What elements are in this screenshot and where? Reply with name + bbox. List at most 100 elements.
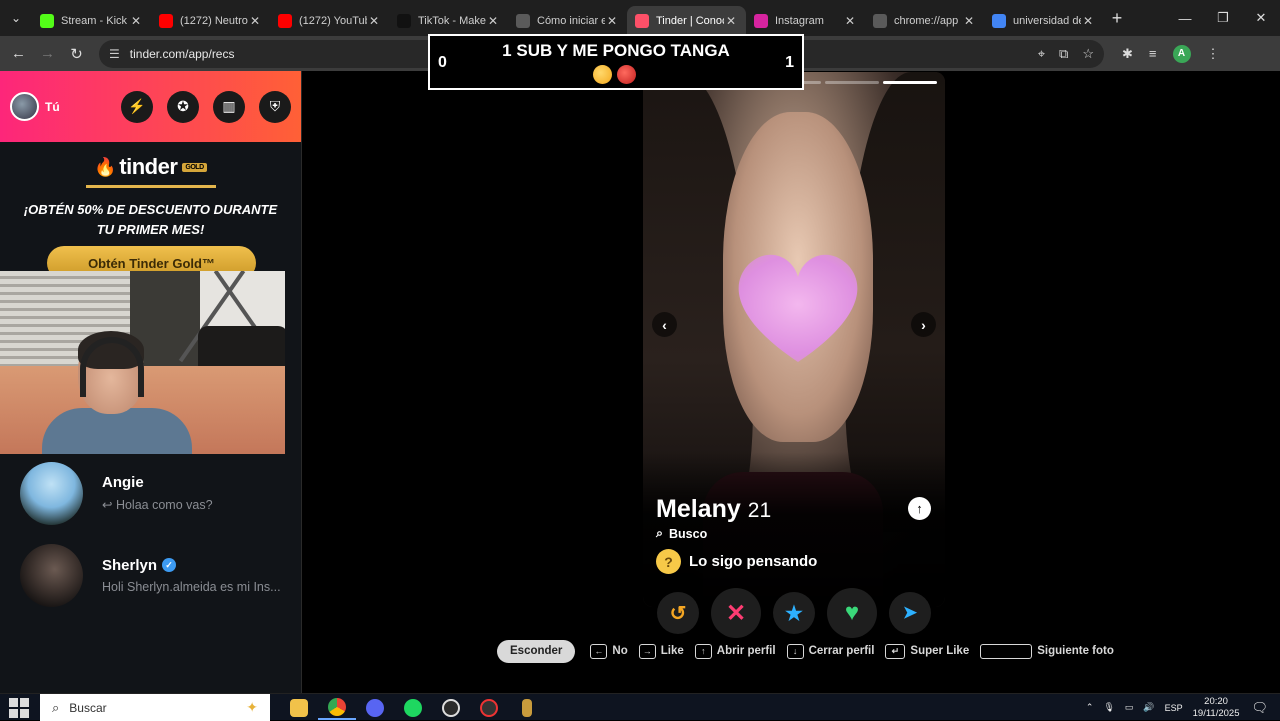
tab-title: Tinder | Conoc <box>656 15 724 27</box>
media-controls-icon[interactable]: ≡ <box>1149 46 1157 61</box>
browser-tab[interactable]: (1272) Neutro ✕ <box>151 6 270 36</box>
network-icon[interactable]: ▭ <box>1125 702 1134 713</box>
close-tab-icon[interactable]: ✕ <box>724 14 738 28</box>
minimize-icon[interactable]: — <box>1166 0 1204 36</box>
gold-divider <box>85 185 216 188</box>
chrome-menu-icon[interactable]: ⋮ <box>1207 46 1220 62</box>
rewind-icon[interactable]: ↺ <box>657 592 699 634</box>
relationship-intent: ? Lo sigo pensando <box>656 549 817 574</box>
my-profile-label[interactable]: Tú <box>45 100 107 114</box>
passport-briefcase-icon[interactable]: ▥ <box>213 90 245 123</box>
match-item[interactable]: Angie ↩ Holaa como vas? <box>0 452 302 534</box>
site-settings-icon[interactable]: ☰ <box>109 47 120 61</box>
match-avatar <box>20 543 83 607</box>
close-window-icon[interactable]: ✕ <box>1242 0 1280 36</box>
copilot-sparkle-icon[interactable]: ✦ <box>246 699 258 716</box>
match-item[interactable]: Sherlyn ✓ Holi Sherlyn.almeida es mi Ins… <box>0 534 302 616</box>
chrome-icon[interactable] <box>318 696 356 720</box>
language-indicator[interactable]: ESP <box>1165 703 1183 713</box>
key-cap-icon: ↑ <box>694 643 712 659</box>
shortcut-hint: ↑ Abrir perfil <box>694 643 776 659</box>
browser-tab[interactable]: (1272) YouTub ✕ <box>270 6 389 36</box>
obs-icon[interactable] <box>432 696 470 720</box>
tab-search-chevron-icon[interactable]: ⌄ <box>0 0 32 36</box>
match-last-message: ↩ Holaa como vas? <box>102 498 213 512</box>
close-tab-icon[interactable]: ✕ <box>129 14 143 28</box>
hide-shortcuts-button[interactable]: Esconder <box>497 639 576 663</box>
volume-icon[interactable]: 🔊 <box>1143 702 1154 713</box>
profile-avatar[interactable]: A <box>1172 44 1191 63</box>
close-tab-icon[interactable]: ✕ <box>1081 14 1095 28</box>
my-profile-avatar[interactable] <box>10 92 39 121</box>
microphone-icon[interactable]: 🎙 <box>1103 702 1114 713</box>
shortcut-label: Like <box>660 645 684 657</box>
new-tab-button[interactable]: + <box>1103 8 1131 29</box>
browser-tab[interactable]: Cómo iniciar e ✕ <box>508 6 627 36</box>
close-tab-icon[interactable]: ✕ <box>367 14 381 28</box>
windows-start-icon[interactable] <box>9 698 29 718</box>
looking-for-label: ⌕ Busco <box>656 526 708 541</box>
install-app-icon[interactable]: ⧉ <box>1059 46 1068 62</box>
reload-icon[interactable]: ↻ <box>62 39 91 69</box>
close-tab-icon[interactable]: ✕ <box>248 14 262 28</box>
close-tab-icon[interactable]: ✕ <box>605 14 619 28</box>
browser-tab[interactable]: Instagram ✕ <box>746 6 865 36</box>
tab-title: TikTok - Make <box>418 15 486 27</box>
browser-tab[interactable]: chrome://app ✕ <box>865 6 984 36</box>
profile-age: 21 <box>747 499 772 522</box>
key-cap-icon: ↓ <box>786 643 804 659</box>
globe-icon <box>516 14 530 28</box>
shortcut-label: No <box>612 645 628 657</box>
forward-arrow-icon[interactable]: → <box>33 39 62 69</box>
open-profile-up-icon[interactable]: ↑ <box>908 497 931 520</box>
spotify-icon[interactable] <box>394 696 432 720</box>
browser-tab[interactable]: Stream - Kick ✕ <box>32 6 151 36</box>
location-icon[interactable]: ⌖ <box>1038 46 1045 62</box>
notifications-icon[interactable]: 🗨 <box>1251 700 1268 716</box>
profile-card[interactable]: ‹ › Melany 21 ↑ ⌕ Busco ? Lo sigo pensan… <box>643 72 945 607</box>
extensions-icon[interactable]: ✱ <box>1122 46 1133 62</box>
restore-icon[interactable]: ❐ <box>1204 0 1242 36</box>
file-explorer-icon[interactable] <box>280 696 318 720</box>
verified-badge-icon: ✓ <box>162 558 177 572</box>
taskbar-clock[interactable]: 20:20 19/11/2025 <box>1193 696 1240 720</box>
windows-taskbar: ⌕ Buscar ✦ ⌃ 🎙 ▭ 🔊 ESP 20:20 19/11/2025 … <box>0 693 1280 721</box>
profile-name: Melany <box>656 495 741 523</box>
bookmark-star-icon[interactable]: ☆ <box>1082 46 1094 62</box>
close-tab-icon[interactable]: ✕ <box>486 14 500 28</box>
shortcut-label: Cerrar perfil <box>808 645 875 657</box>
tab-title: Cómo iniciar e <box>537 15 605 27</box>
browser-tab[interactable]: universidad de ✕ <box>984 6 1103 36</box>
tab-title: Stream - Kick <box>61 15 128 27</box>
google-icon <box>992 14 1006 28</box>
tab-title: chrome://app <box>894 15 959 27</box>
boost-send-icon[interactable]: ➤ <box>889 592 931 634</box>
boost-lightning-icon[interactable]: ⚡ <box>121 90 153 123</box>
nope-x-icon[interactable]: ✕ <box>711 588 761 638</box>
browser-tab[interactable]: TikTok - Make ✕ <box>389 6 508 36</box>
discord-icon[interactable] <box>356 696 394 720</box>
thinking-emoji-icon: ? <box>656 549 681 574</box>
angry-emoji-icon <box>617 65 636 84</box>
tinder-icon <box>635 14 649 28</box>
close-tab-icon[interactable]: ✕ <box>962 14 976 28</box>
explore-compass-icon[interactable]: ✪ <box>167 90 199 123</box>
next-photo-arrow-icon[interactable]: › <box>911 312 936 337</box>
tray-chevron-icon[interactable]: ⌃ <box>1086 702 1094 713</box>
browser-tab[interactable]: Tinder | Conoc ✕ <box>627 6 746 36</box>
overlay-right-count: 1 <box>785 54 794 71</box>
taskbar-search-box[interactable]: ⌕ Buscar ✦ <box>40 694 270 721</box>
shortcut-hint: → Like <box>638 643 684 659</box>
previous-photo-arrow-icon[interactable]: ‹ <box>652 312 677 337</box>
league-of-legends-icon[interactable] <box>508 696 546 720</box>
key-cap-icon <box>980 643 1033 659</box>
back-arrow-icon[interactable]: ← <box>4 39 33 69</box>
close-tab-icon[interactable]: ✕ <box>843 14 857 28</box>
super-like-star-icon[interactable]: ★ <box>773 592 815 634</box>
streamlabs-icon[interactable] <box>470 696 508 720</box>
safety-shield-icon[interactable]: ⛨ <box>259 90 291 123</box>
instagram-icon <box>754 14 768 28</box>
like-heart-icon[interactable]: ♥ <box>827 588 877 638</box>
keyboard-shortcut-bar: Esconder ← No → Like ↑ Abrir perfil ↓ Cerrar pe… <box>497 639 1125 663</box>
url-text: tinder.com/app/recs <box>129 46 235 61</box>
